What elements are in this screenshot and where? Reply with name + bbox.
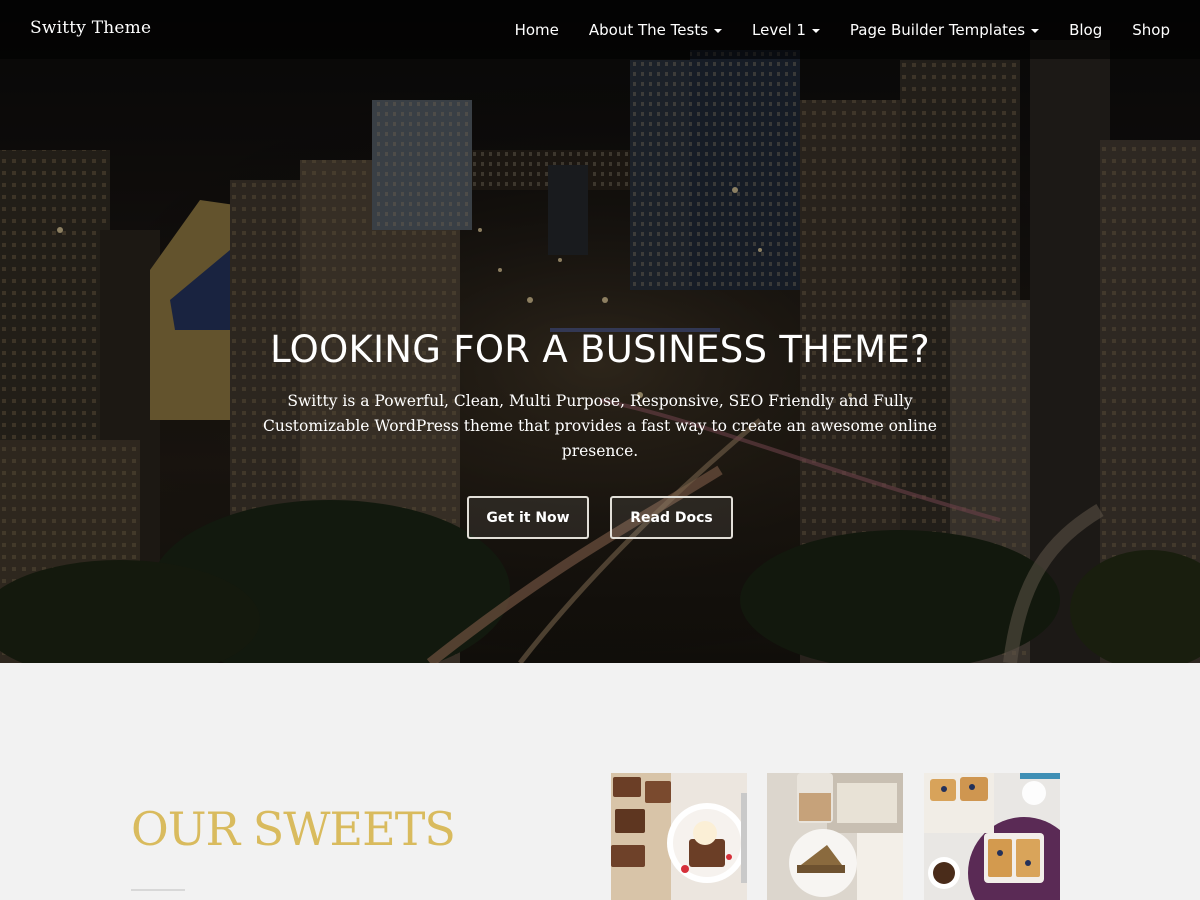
nav-item-label: Blog — [1069, 20, 1103, 39]
section-title: OUR SWEETS — [131, 802, 456, 856]
nav-item-blog[interactable]: Blog — [1069, 21, 1102, 39]
caret-down-icon — [811, 28, 820, 33]
nav-item-label: About The Tests — [588, 20, 709, 39]
hero-title: LOOKING FOR A BUSINESS THEME? — [270, 328, 930, 371]
get-it-now-button[interactable]: Get it Now — [467, 496, 589, 539]
nav-item-about-the-tests[interactable]: About The Tests — [588, 20, 723, 39]
nav-item-label: Shop — [1132, 20, 1170, 39]
cake-and-latte-photo[interactable] — [767, 773, 903, 900]
site-header: Switty Theme Home About The Tests Level … — [0, 0, 1200, 59]
nav-item-label: Home — [514, 20, 559, 39]
nav-item-label: Page Builder Templates — [849, 20, 1026, 39]
hero-description: Switty is a Powerful, Clean, Multi Purpo… — [262, 392, 937, 460]
hero-section: Switty Theme Home About The Tests Level … — [0, 0, 1200, 663]
nav-item-page-builder-templates[interactable]: Page Builder Templates — [849, 20, 1040, 39]
nav-item-home[interactable]: Home — [515, 21, 559, 39]
nav-item-label: Level 1 — [752, 20, 806, 39]
brownies-and-ice-cream-photo[interactable] — [611, 773, 747, 900]
nav-item-shop[interactable]: Shop — [1132, 21, 1170, 39]
section-divider — [131, 889, 185, 891]
sweets-section: OUR SWEETS — [0, 663, 1200, 900]
caret-down-icon — [1031, 28, 1040, 33]
read-docs-button[interactable]: Read Docs — [610, 496, 733, 539]
waffles-and-coffee-photo[interactable] — [924, 773, 1060, 900]
nav-item-level-1[interactable]: Level 1 — [752, 21, 820, 39]
main-navigation: Home About The Tests Level 1 Page Builde… — [515, 0, 1170, 59]
caret-down-icon — [714, 28, 723, 33]
hero-buttons: Get it Now Read Docs — [0, 496, 1200, 539]
site-title[interactable]: Switty Theme — [30, 18, 151, 38]
hero-content: LOOKING FOR A BUSINESS THEME? Switty is … — [0, 325, 1200, 539]
